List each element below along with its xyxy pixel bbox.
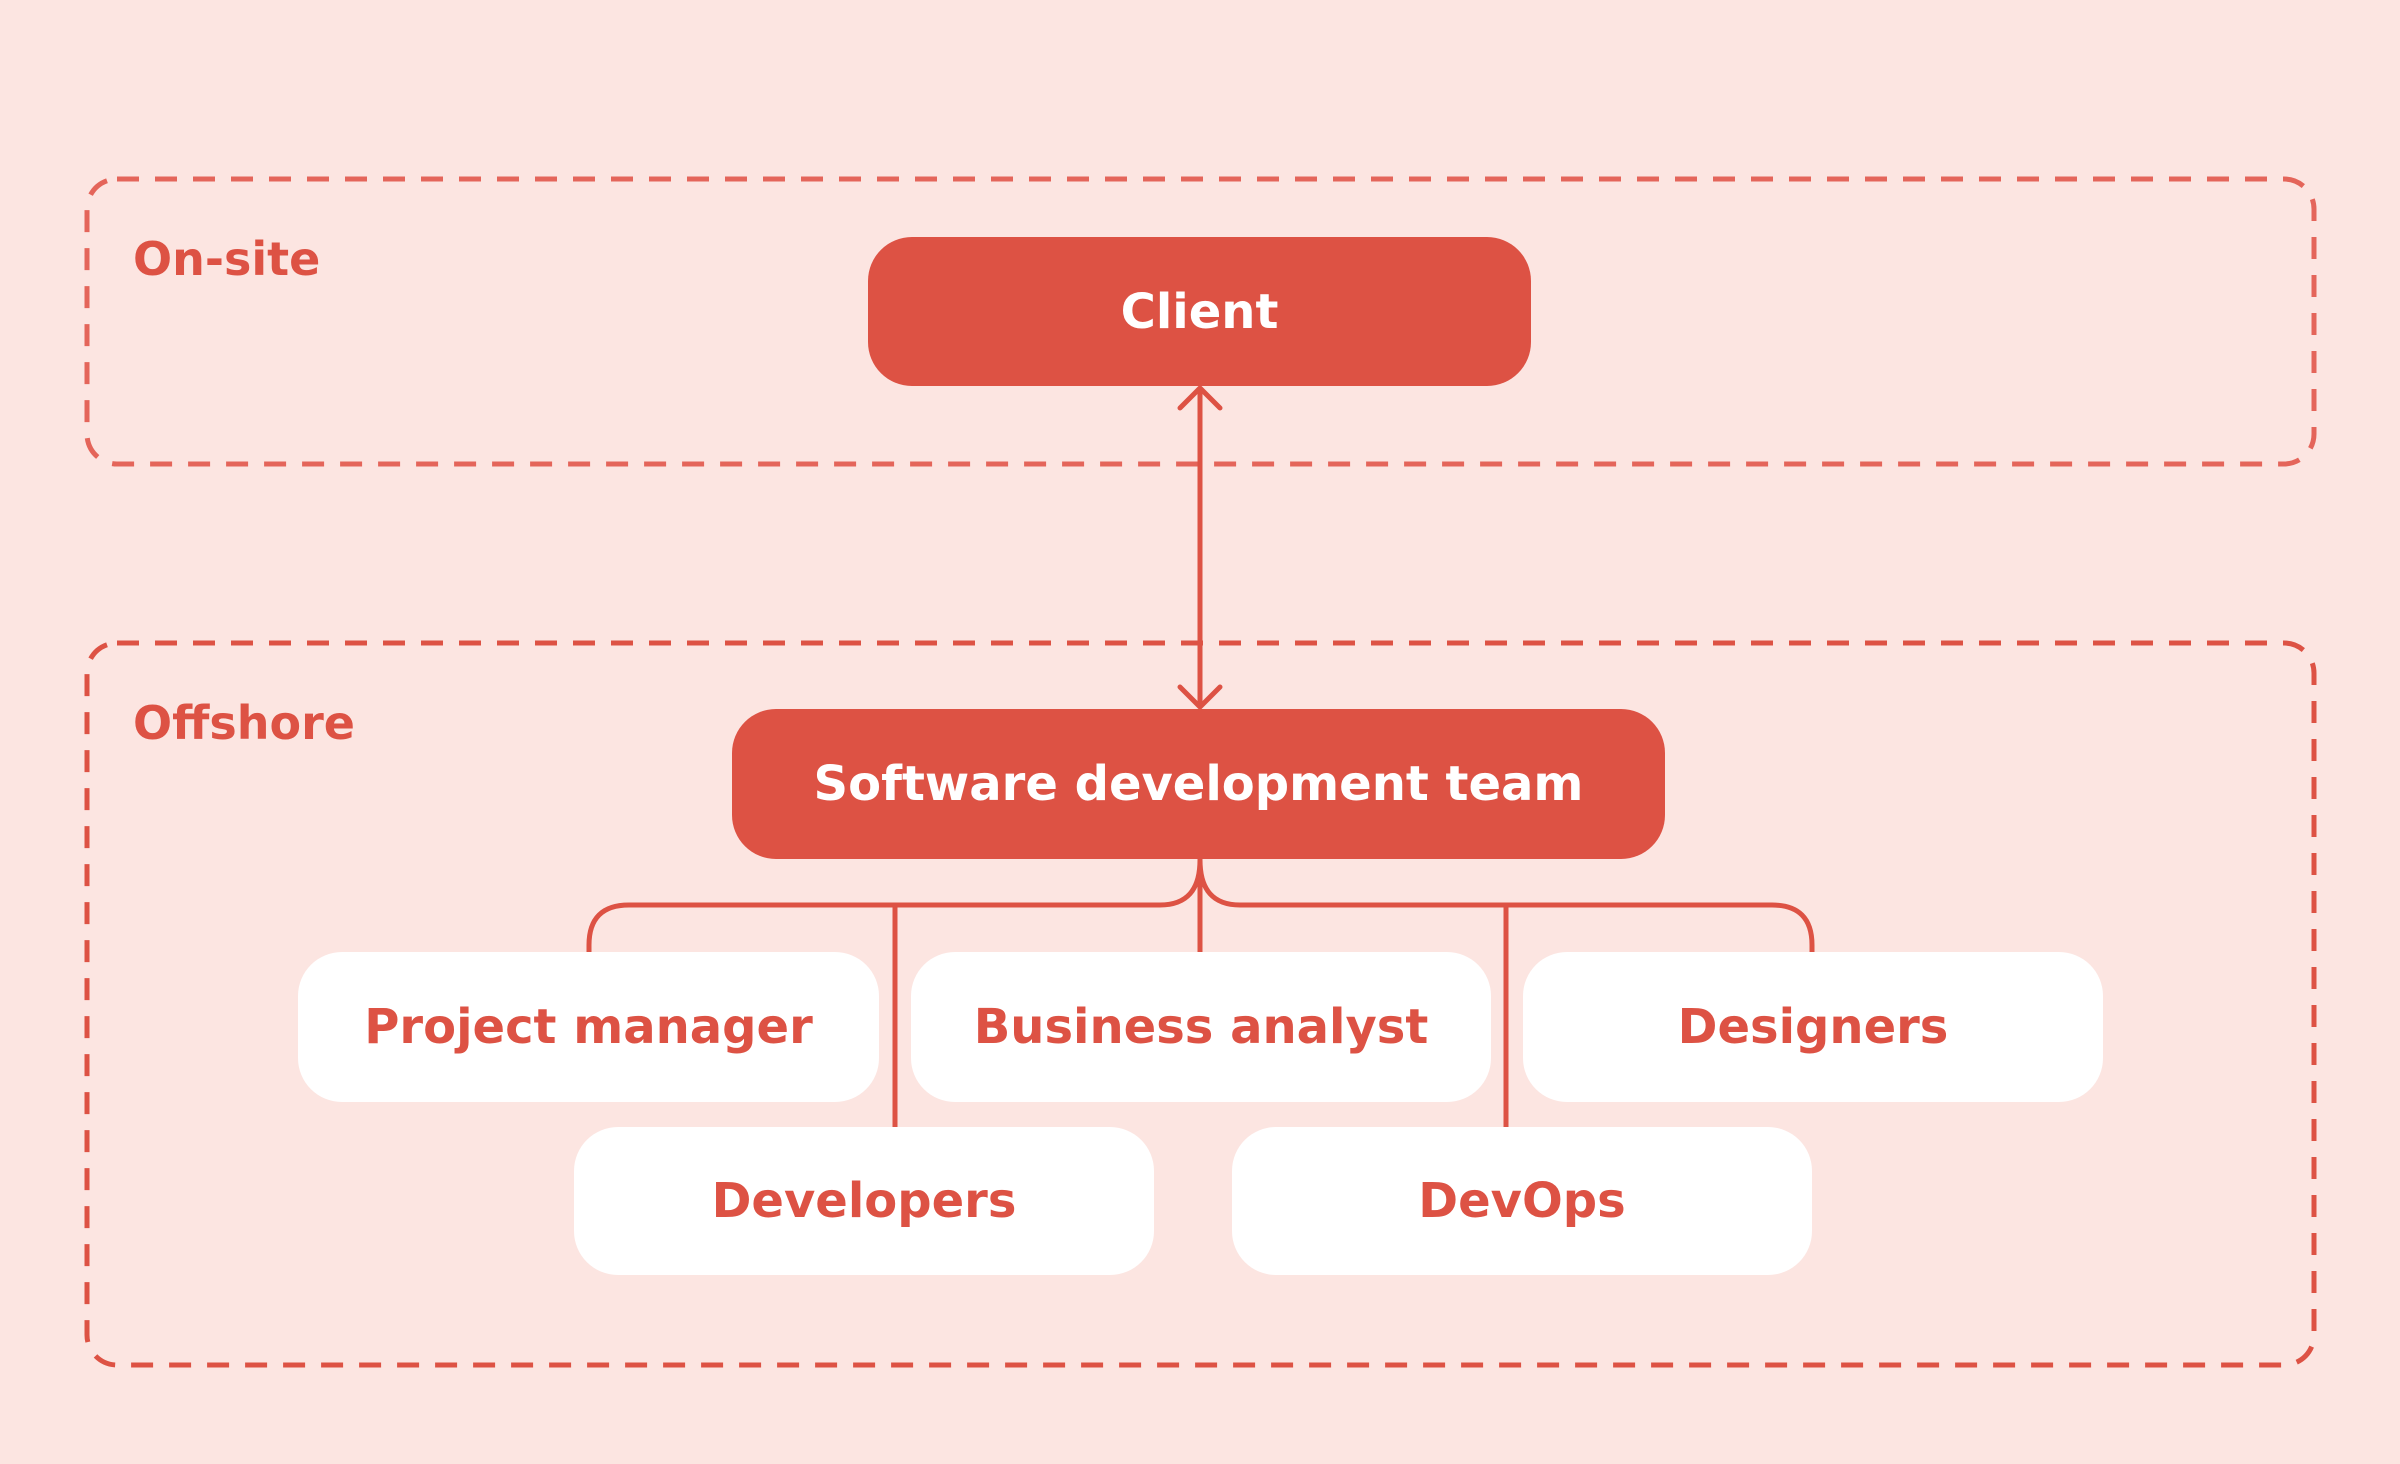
onsite-zone-label: On-site [133, 232, 321, 286]
client-node: Client [868, 237, 1531, 386]
designers-node: Designers [1523, 952, 2103, 1102]
devops-node: DevOps [1232, 1127, 1812, 1275]
business-analyst-node: Business analyst [911, 952, 1491, 1102]
project-manager-node: Project manager [298, 952, 879, 1102]
developers-node: Developers [574, 1127, 1154, 1275]
software-development-team-node: Software development team [732, 709, 1665, 859]
offshore-zone-label: Offshore [133, 696, 355, 750]
